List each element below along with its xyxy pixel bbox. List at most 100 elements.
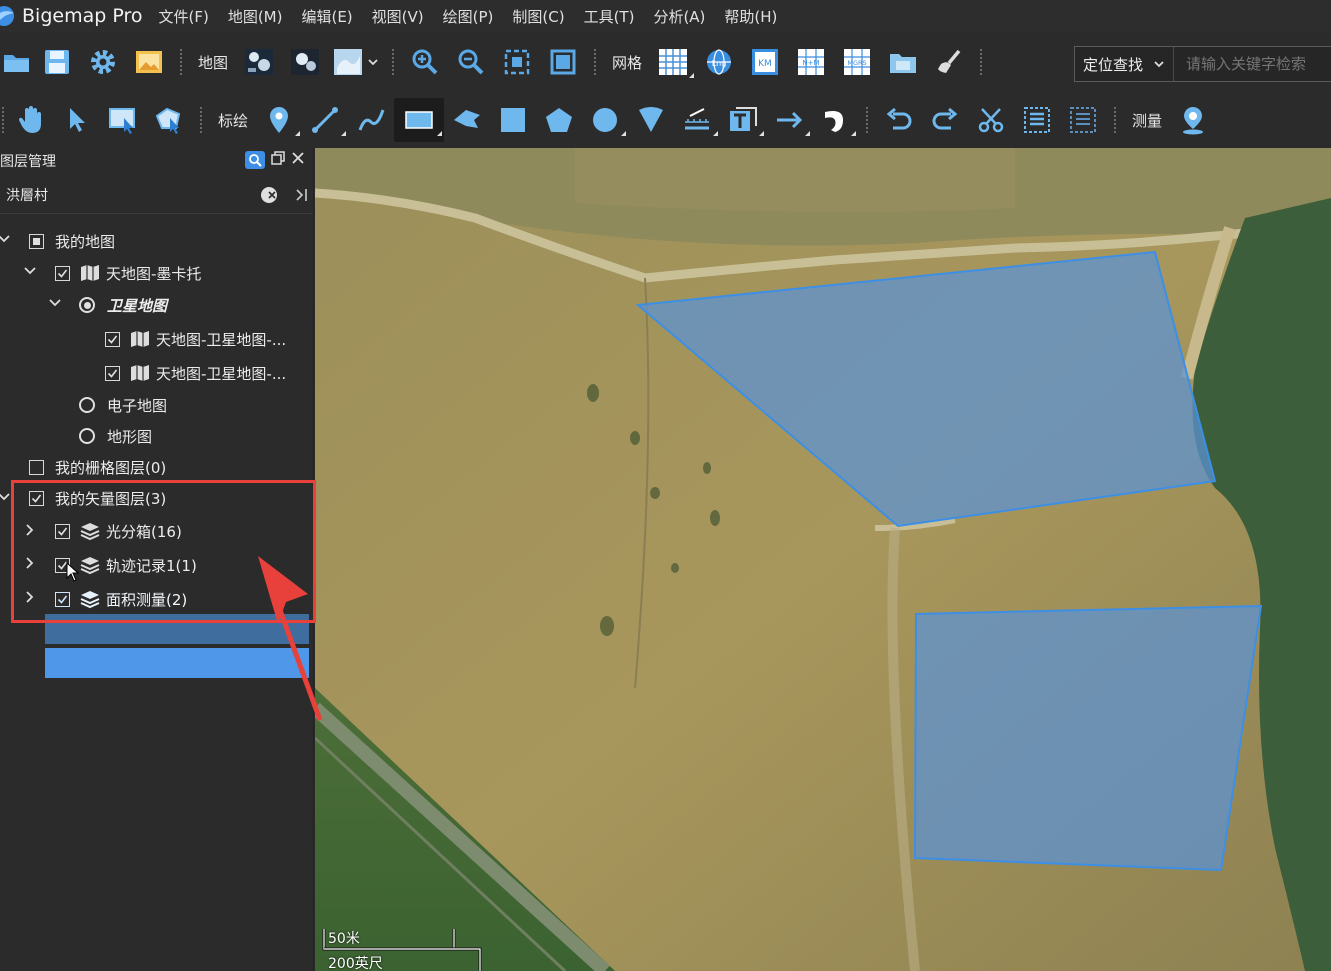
chevron-down-icon[interactable] [23,264,37,278]
restore-window-icon[interactable] [271,151,285,169]
map-source-dropdown[interactable] [328,40,384,84]
folder-map-icon[interactable] [880,40,926,84]
rectangle-draw-icon[interactable] [394,98,445,142]
polyline-icon[interactable] [302,98,348,142]
text-label-icon[interactable] [720,98,766,142]
area-polygon-2[interactable] [913,604,1263,872]
lng-lat-grid-icon[interactable]: Lng [696,40,742,84]
image-icon[interactable] [126,40,172,84]
scissors-icon[interactable] [968,98,1014,142]
tree-node-tianditu-satellite-1[interactable]: 天地图-卫星地图-... [105,324,286,354]
select-arrow-icon[interactable] [54,98,100,142]
toolbar-separator [2,107,4,133]
undo-icon[interactable] [876,98,922,142]
menu-view[interactable]: 视图(V) [372,6,424,27]
panel-header: 图层管理 [0,148,313,174]
menu-edit[interactable]: 编辑(E) [301,6,352,27]
menu-draw[interactable]: 绘图(P) [443,6,494,27]
toolbar-separator [392,49,395,75]
menu-analysis[interactable]: 分析(A) [653,6,705,27]
collapse-panel-icon[interactable] [288,187,310,207]
radio-unselected[interactable] [79,428,95,444]
chevron-down-icon[interactable] [0,232,11,246]
nm-grid-icon[interactable]: N+M [788,40,834,84]
open-folder-icon[interactable] [0,40,34,84]
tree-node-my-map[interactable]: 我的地图 [29,226,115,256]
clear-search-icon[interactable] [261,187,277,203]
circle-draw-icon[interactable] [582,98,628,142]
menu-cartography[interactable]: 制图(C) [512,6,564,27]
annotation-arrow-icon [258,556,323,721]
user-location-icon[interactable] [1170,98,1216,142]
checkbox-unchecked[interactable] [29,459,44,475]
box-select-icon[interactable] [100,98,146,142]
polygon-select-icon[interactable] [146,98,192,142]
chevron-down-icon[interactable] [0,490,11,504]
tree-node-raster-layers[interactable]: 我的栅格图层(0) [29,452,166,482]
grid-icon[interactable] [650,40,696,84]
square-draw-icon[interactable] [490,98,536,142]
measure-label[interactable]: 测量 [1124,110,1170,131]
mgrs-grid-icon[interactable]: MGRS [834,40,880,84]
menu-map[interactable]: 地图(M) [228,6,283,27]
svg-text:N+M: N+M [802,59,819,67]
menu-help[interactable]: 帮助(H) [724,6,777,27]
chevron-down-icon [1154,61,1164,68]
settings-gear-icon[interactable] [80,40,126,84]
zoom-out-icon[interactable] [448,40,494,84]
tree-node-satellite-map[interactable]: 卫星地图 [79,290,167,320]
checkbox-checked[interactable] [55,265,70,281]
tree-node-tianditu-mercator[interactable]: 天地图-墨卡托 [55,258,201,288]
svg-text:MGRS: MGRS [847,59,866,67]
tree-node-tianditu-satellite-2[interactable]: 天地图-卫星地图-... [105,358,286,388]
map-source-2-icon[interactable] [282,40,328,84]
curve-draw-icon[interactable] [812,98,858,142]
measure-ruler-icon[interactable] [674,98,720,142]
save-icon[interactable] [34,40,80,84]
marker-point-icon[interactable] [256,98,302,142]
pentagon-draw-icon[interactable] [536,98,582,142]
chevron-down-icon[interactable] [48,296,62,310]
attribute-list-icon[interactable] [1014,98,1060,142]
list-view-icon[interactable] [1060,98,1106,142]
radio-unselected[interactable] [79,397,95,413]
redo-icon[interactable] [922,98,968,142]
search-icon[interactable] [245,151,265,169]
map-canvas[interactable] [315,148,1331,971]
radio-selected[interactable] [79,297,95,313]
tree-node-terrain-map[interactable]: 地形图 [79,421,152,451]
full-extent-icon[interactable] [540,40,586,84]
map-source-1-icon[interactable] [236,40,282,84]
pan-hand-icon[interactable] [8,98,54,142]
checkbox-partial[interactable] [29,233,44,249]
menu-tools[interactable]: 工具(T) [584,6,635,27]
layer-search-value: 洪層村 [6,187,48,204]
close-icon[interactable] [291,151,305,169]
map-label: 地图 [198,53,229,72]
tree-node-electronic-map[interactable]: 电子地图 [79,390,167,420]
km-grid-icon[interactable]: KM [742,40,788,84]
zoom-in-icon[interactable] [402,40,448,84]
toolbar-separator [180,49,182,75]
draw-label: 标绘 [218,111,249,130]
app-logo-icon [0,3,20,29]
arrow-line-icon[interactable] [766,98,812,142]
toolbar-separator [200,107,202,133]
svg-text:KM: KM [758,59,772,69]
locate-mode-dropdown[interactable]: 定位查找 [1075,47,1175,81]
zoom-extent-icon[interactable] [494,40,540,84]
keyword-search-input[interactable] [1174,55,1325,73]
checkbox-checked[interactable] [105,331,120,347]
arrow-shape-icon[interactable] [444,98,490,142]
menu-file[interactable]: 文件(F) [158,6,208,27]
chevron-down-icon [368,59,378,66]
scale-imperial-label: 200英尺 [328,956,383,971]
sector-draw-icon[interactable] [628,98,674,142]
layer-search-field[interactable]: 洪層村 [0,176,313,214]
checkbox-checked[interactable] [105,365,120,381]
toolbar-separator [594,49,597,75]
menu-bar: Bigemap Pro 文件(F) 地图(M) 编辑(E) 视图(V) 绘图(P… [0,0,1331,32]
locate-label: 定位查找 [1083,55,1144,74]
brush-clear-icon[interactable] [926,40,972,84]
freehand-line-icon[interactable] [348,98,394,142]
